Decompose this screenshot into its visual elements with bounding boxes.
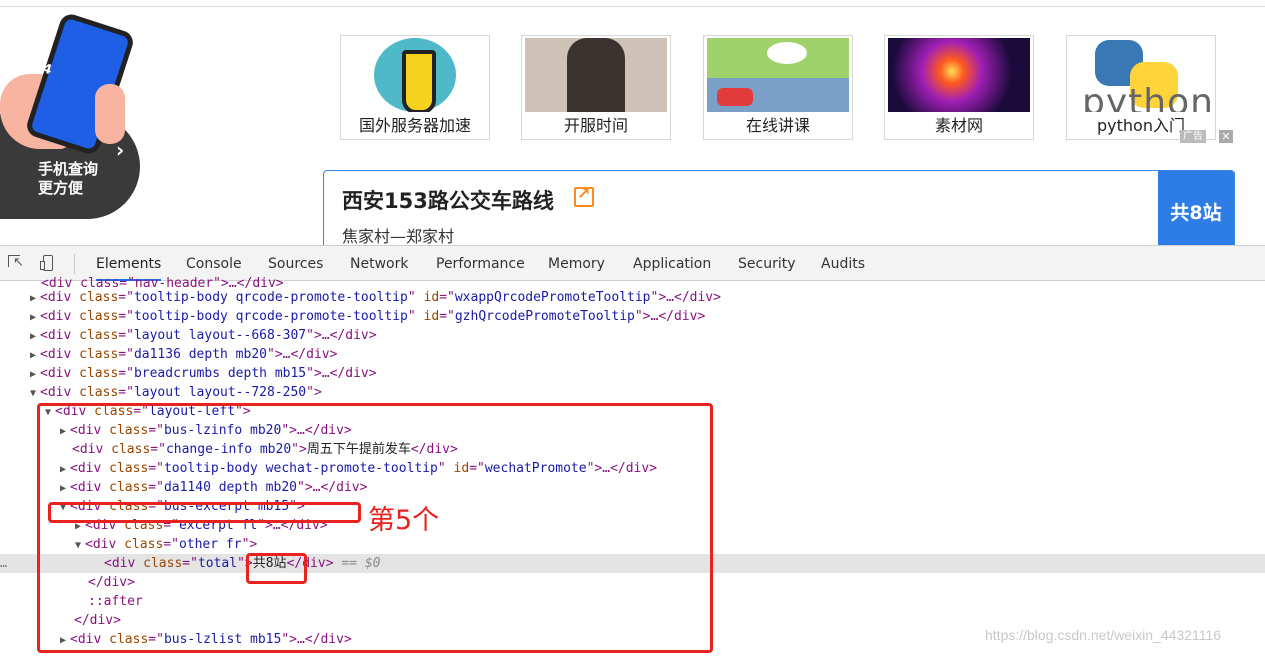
python-logo-text: python (1082, 82, 1212, 112)
collapse-arrow-icon[interactable]: ▼ (30, 384, 40, 403)
ad-label: 素材网 (934, 116, 983, 135)
ad-card-vpn[interactable]: 国外服务器加速 (340, 35, 490, 140)
annotation-label: 第5个 (368, 505, 440, 536)
ad-badge: 广告 (1180, 130, 1206, 143)
person-photo (525, 38, 667, 112)
dom-node[interactable]: ▶ <div class="tooltip-body qrcode-promote… (30, 288, 1265, 307)
inspect-element-icon[interactable] (8, 255, 24, 271)
highlight-box-total (246, 553, 307, 584)
device-toolbar-icon[interactable] (40, 255, 56, 271)
station-count-badge: 共8站 (1158, 171, 1234, 245)
dom-node[interactable]: ▶ <div class="breadcrumbs depth mb15">…</… (30, 364, 1265, 383)
page-divider (0, 6, 1265, 7)
lantern-icon (344, 38, 486, 112)
route-title: 西安153路公交车路线 (342, 189, 554, 213)
web-page: 8684 手机查询 更方便 › 国外服务器加速 开服时间 在线讲课 素材网 py… (0, 0, 1265, 245)
thumb-illustration (95, 84, 125, 144)
watermark: https://blog.csdn.net/weixin_44321116 (985, 627, 1222, 643)
dom-node[interactable]: ▶ <div class="da1136 depth mb20">…</div> (30, 345, 1265, 364)
comic-photo (707, 38, 849, 112)
tabbar-divider (74, 254, 75, 274)
promo-text-line2: 更方便 (38, 179, 84, 197)
promo-text: 手机查询 更方便 (38, 160, 118, 198)
ad-label: 开服时间 (563, 116, 628, 135)
dom-node[interactable]: ▶ <div class="tooltip-body qrcode-promote… (30, 307, 1265, 326)
dom-node[interactable]: ▶ <div class="layout layout--668-307">…</… (30, 326, 1265, 345)
chevron-right-icon: › (116, 138, 125, 162)
mobile-promo-banner[interactable]: 8684 手机查询 更方便 › (0, 11, 145, 219)
ad-card-server-time[interactable]: 开服时间 (521, 35, 671, 140)
external-link-icon[interactable] (574, 184, 594, 207)
close-icon[interactable]: ✕ (1219, 130, 1233, 143)
highlight-box-bus-excerpt (48, 502, 361, 523)
ad-label: 在线讲课 (745, 116, 810, 135)
python-logo: python (1070, 38, 1212, 112)
route-endpoints: 焦家村—郑家村 (342, 227, 455, 245)
route-header-card: 西安153路公交车路线 焦家村—郑家村 共8站 (323, 170, 1235, 245)
more-icon[interactable]: … (0, 554, 7, 573)
expand-arrow-icon[interactable]: ▶ (30, 365, 40, 384)
ad-label: 国外服务器加速 (358, 116, 471, 135)
ad-card-online-class[interactable]: 在线讲课 (703, 35, 853, 140)
expand-arrow-icon[interactable]: ▶ (30, 327, 40, 346)
ad-card-python[interactable]: python python入门 (1066, 35, 1216, 140)
expand-arrow-icon[interactable]: ▶ (30, 289, 40, 308)
expand-arrow-icon[interactable]: ▶ (30, 308, 40, 327)
ad-card-material[interactable]: 素材网 (884, 35, 1034, 140)
promo-text-line1: 手机查询 (38, 160, 99, 178)
space-photo (888, 38, 1030, 112)
dom-node[interactable]: ▼ <div class="layout layout--728-250"> (30, 383, 1265, 402)
expand-arrow-icon[interactable]: ▶ (30, 346, 40, 365)
